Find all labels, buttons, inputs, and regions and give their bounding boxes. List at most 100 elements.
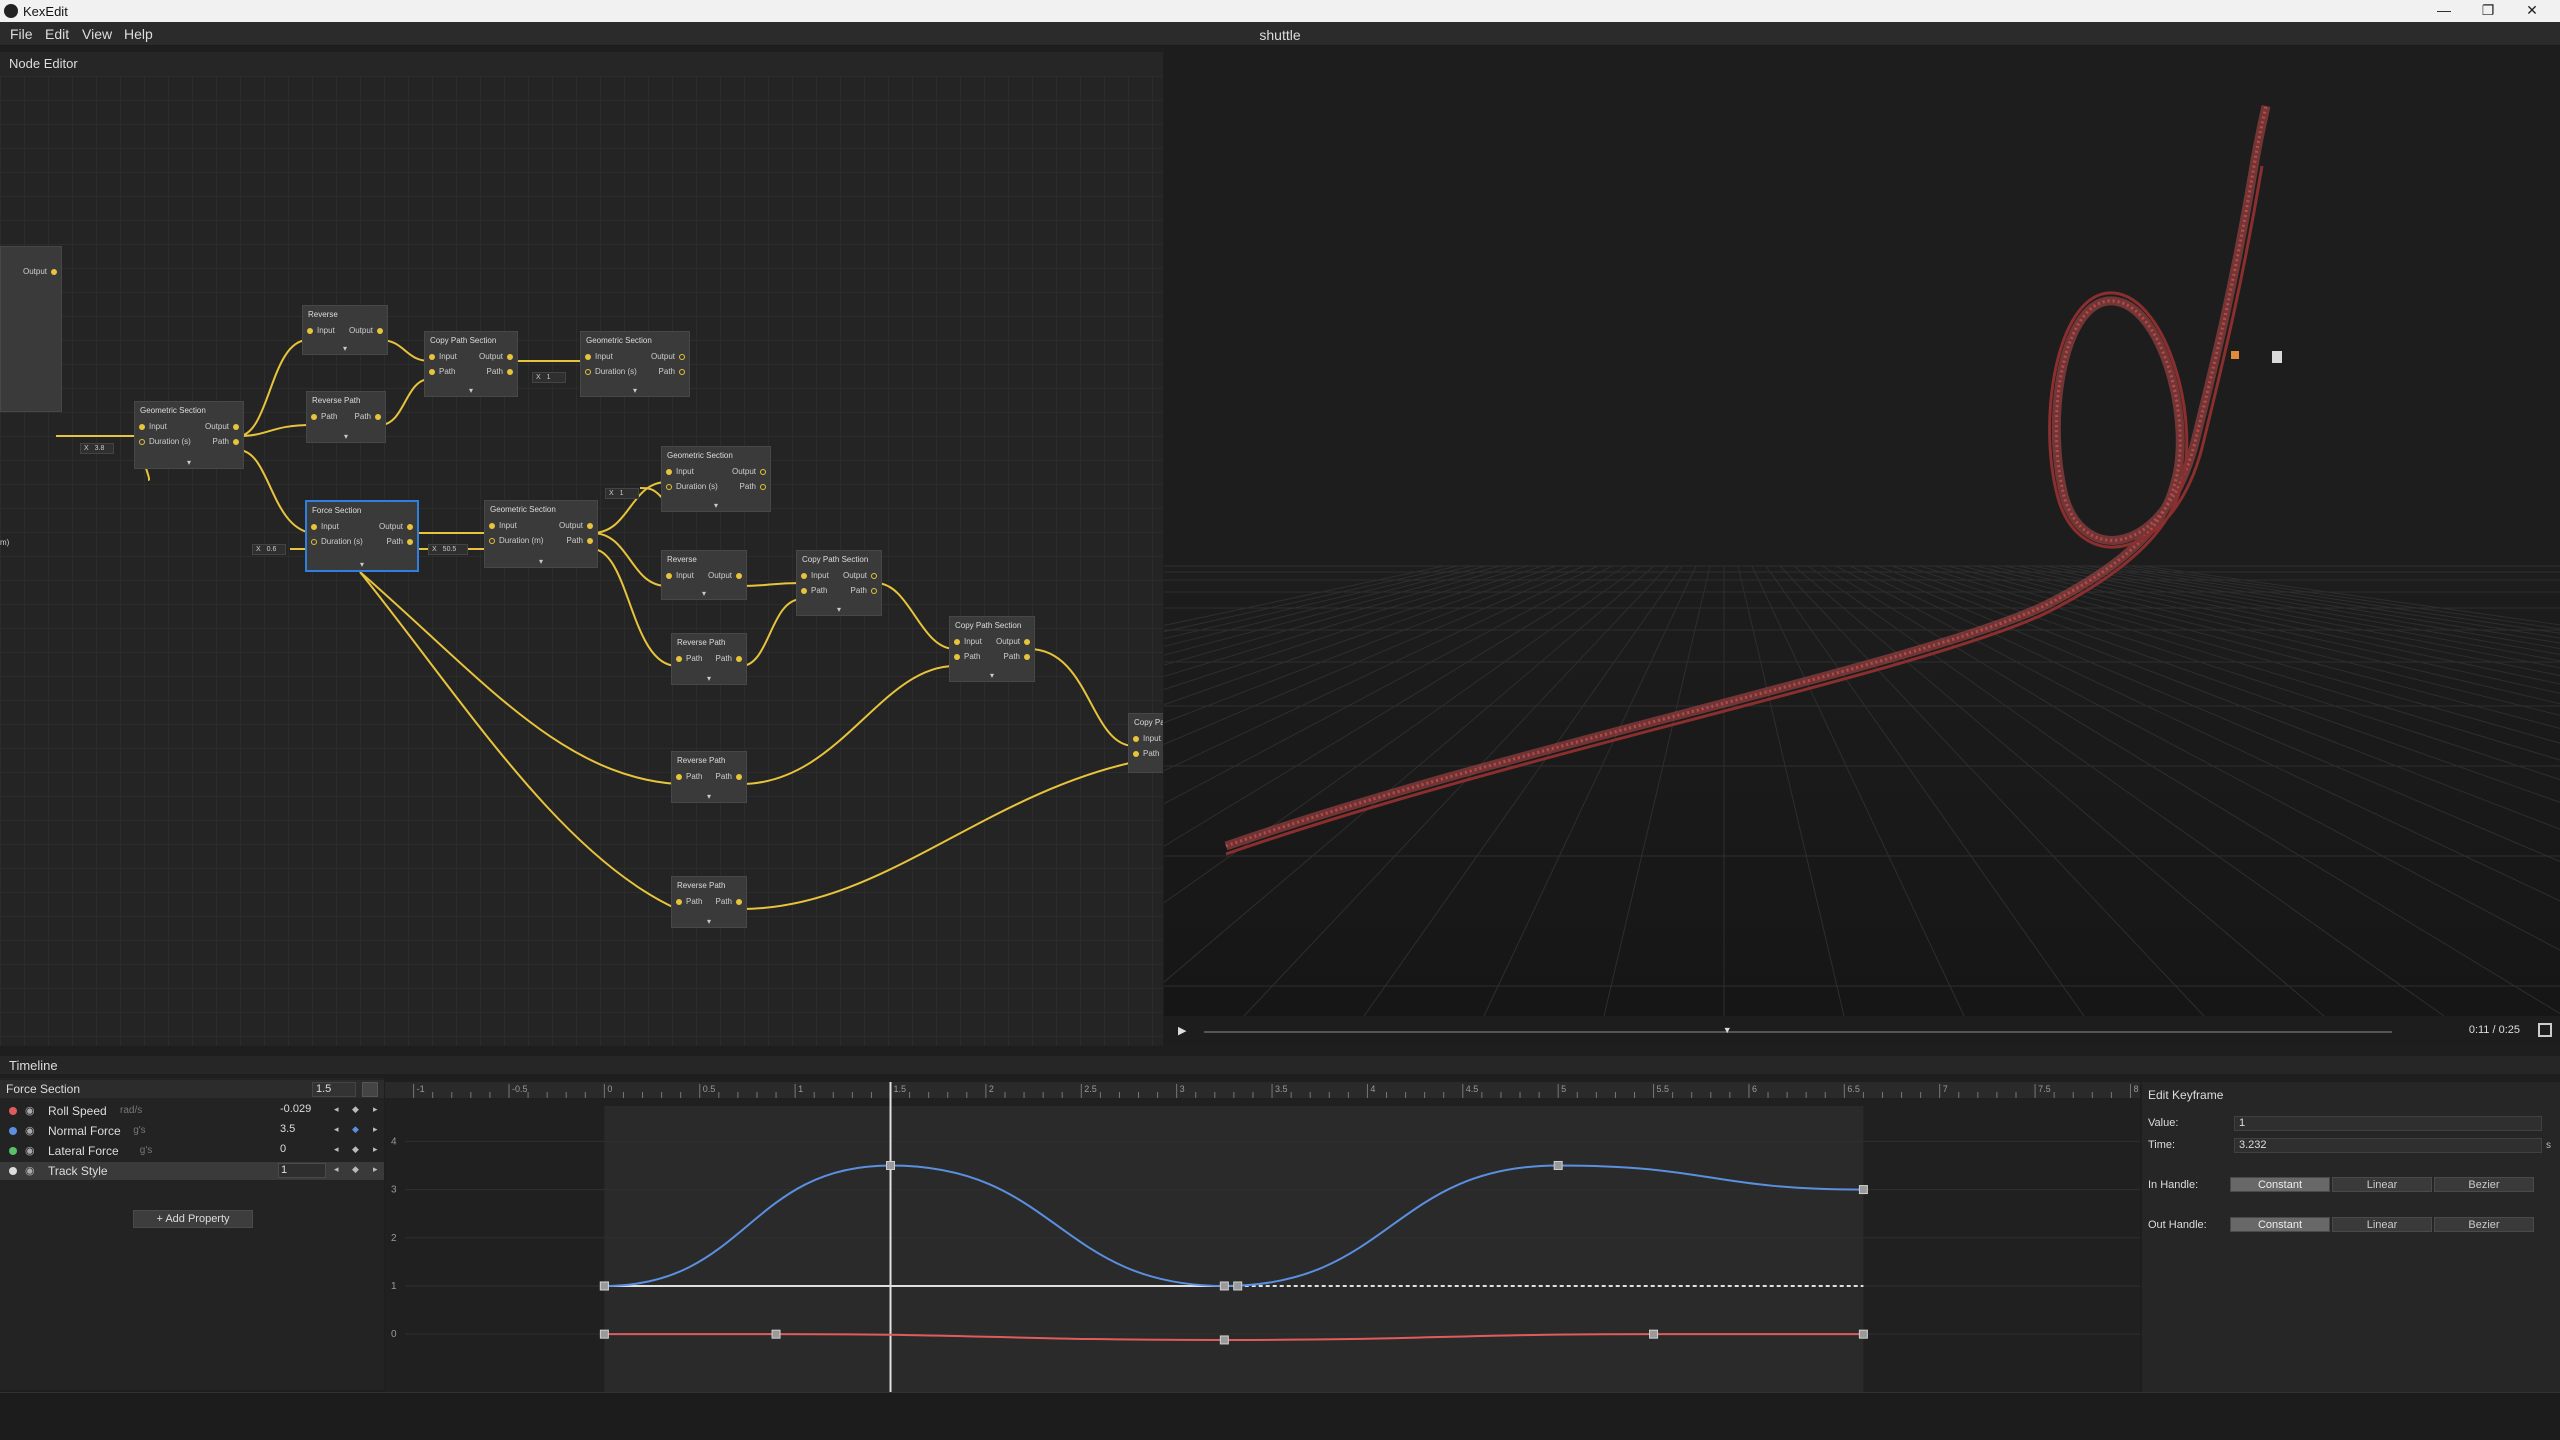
node-wire[interactable] [875, 582, 956, 650]
node-wire[interactable] [379, 378, 431, 426]
node-wire[interactable] [237, 339, 309, 437]
expand-toggle-icon[interactable]: ▾ [307, 560, 417, 569]
eye-icon[interactable]: ◉ [25, 1104, 35, 1117]
input-port[interactable] [1133, 751, 1139, 757]
node-wire[interactable] [1028, 648, 1135, 747]
restore-icon[interactable]: ❐ [2466, 0, 2510, 22]
input-port[interactable] [676, 774, 682, 780]
output-port[interactable] [736, 899, 742, 905]
property-value-input[interactable]: 3.5 [278, 1123, 326, 1138]
timeline-curve-editor[interactable]: -1 -0.5 0 0.5 1 1.5 2 2.5 3 3.5 4 4.5 5 5.5 6 6.5 7 7.5 8 4… [385, 1082, 2140, 1392]
output-port[interactable] [736, 656, 742, 662]
input-port[interactable] [676, 899, 682, 905]
property-value-input[interactable]: 0 [278, 1143, 326, 1158]
normal-force-keyframe[interactable] [1858, 1185, 1868, 1195]
output-port[interactable] [1024, 639, 1030, 645]
time-ruler[interactable] [385, 1082, 2140, 1098]
roll-speed-keyframe[interactable] [599, 1329, 609, 1339]
expand-toggle-icon[interactable]: ▾ [672, 792, 746, 801]
menu-help[interactable]: Help [124, 26, 153, 42]
expand-toggle-icon[interactable]: ▾ [135, 458, 243, 467]
menu-view[interactable]: View [82, 26, 112, 42]
fullscreen-icon[interactable] [2538, 1023, 2552, 1037]
curve-graph[interactable]: -1 -0.5 0 0.5 1 1.5 2 2.5 3 3.5 4 4.5 5 5.5 6 6.5 7 7.5 8 4… [385, 1082, 2140, 1392]
input-port[interactable] [489, 523, 495, 529]
input-port[interactable] [801, 573, 807, 579]
node-wire[interactable] [591, 532, 668, 587]
duration-param-chip[interactable]: X 3.8 [80, 443, 114, 454]
prev-keyframe-icon[interactable]: ◂ [334, 1124, 339, 1135]
duration-param-chip[interactable]: X1 [532, 372, 566, 383]
next-keyframe-icon[interactable]: ▸ [373, 1144, 378, 1155]
node-wire[interactable] [237, 449, 312, 534]
in-handle-constant-button[interactable]: Constant [2230, 1177, 2330, 1192]
input-port[interactable] [139, 439, 145, 445]
graph-node[interactable]: Reverse Input Output ▾ [302, 305, 388, 355]
input-port[interactable] [429, 369, 435, 375]
node-wire[interactable] [359, 571, 678, 910]
duration-param-chip[interactable]: X 50.5 [428, 544, 468, 555]
node-editor-canvas[interactable]: Output Geometric Section Input Output Durati… [0, 76, 1163, 1046]
input-port[interactable] [585, 354, 591, 360]
expand-toggle-icon[interactable]: ▾ [581, 386, 689, 395]
expand-toggle-icon[interactable]: ▾ [672, 674, 746, 683]
normal-force-keyframe[interactable] [1553, 1160, 1563, 1170]
out-handle-constant-button[interactable]: Constant [2230, 1217, 2330, 1232]
graph-node[interactable]: Copy Path Section Input Output Path Path ▾ [424, 331, 518, 397]
minimize-icon[interactable]: — [2422, 0, 2466, 22]
roll-speed-keyframe[interactable] [771, 1329, 781, 1339]
menu-file[interactable]: File [10, 26, 33, 42]
timeline-property-row[interactable]: ◉ Roll Speed rad/s -0.029 ◂ ◆ ▸ [0, 1102, 384, 1120]
output-port[interactable] [679, 369, 685, 375]
playback-scrubber[interactable]: ▼ [1204, 1025, 2392, 1035]
graph-node[interactable]: Reverse Input Output ▾ [661, 550, 747, 600]
timeline-property-row[interactable]: ◉ Track Style 1 ◂ ◆ ▸ [0, 1162, 384, 1180]
node-wire[interactable] [740, 598, 803, 667]
graph-node[interactable]: Copy Path Section Input Output Path Path ▾ [949, 616, 1035, 682]
output-port[interactable] [760, 484, 766, 490]
input-port[interactable] [1133, 736, 1139, 742]
output-port[interactable] [871, 573, 877, 579]
expand-toggle-icon[interactable]: ▾ [662, 589, 746, 598]
keyframe-diamond-icon[interactable]: ◆ [352, 1144, 359, 1155]
output-port[interactable] [679, 354, 685, 360]
next-keyframe-icon[interactable]: ▸ [373, 1124, 378, 1135]
graph-node[interactable]: Force Section Input Output Duration (s) Path… [305, 500, 419, 572]
expand-toggle-icon[interactable]: ▾ [672, 917, 746, 926]
track-style-keyframe[interactable] [1233, 1281, 1243, 1291]
eye-icon[interactable]: ◉ [25, 1124, 35, 1137]
keyframe-value-input[interactable]: 1 [2234, 1116, 2542, 1131]
input-port[interactable] [311, 524, 317, 530]
keyframe-diamond-icon[interactable]: ◆ [352, 1124, 359, 1135]
graph-view-icon[interactable] [362, 1082, 378, 1097]
in-handle-linear-button[interactable]: Linear [2332, 1177, 2432, 1192]
input-port[interactable] [489, 538, 495, 544]
output-port[interactable] [375, 414, 381, 420]
roll-speed-keyframe[interactable] [1858, 1329, 1868, 1339]
close-icon[interactable]: ✕ [2510, 0, 2554, 22]
graph-node[interactable]: Reverse Path Path Path ▾ [671, 751, 747, 803]
output-port[interactable] [736, 573, 742, 579]
output-port[interactable] [507, 354, 513, 360]
next-keyframe-icon[interactable]: ▸ [373, 1164, 378, 1175]
graph-node[interactable]: Reverse Path Path Path ▾ [306, 391, 386, 443]
node-wire[interactable] [740, 665, 956, 785]
timeline-property-row[interactable]: ◉ Normal Force g's 3.5 ◂ ◆ ▸ [0, 1122, 384, 1140]
add-property-button[interactable]: + Add Property [133, 1210, 253, 1228]
input-port[interactable] [666, 484, 672, 490]
graph-node[interactable]: Geometric Section Input Output Duration (m)… [484, 500, 598, 568]
duration-param-chip[interactable]: X1 [605, 488, 639, 499]
graph-node[interactable]: Copy Path Section Input Output Path Path ▾ [796, 550, 882, 616]
3d-viewport[interactable] [1164, 46, 2560, 1016]
expand-toggle-icon[interactable]: ▾ [307, 432, 385, 441]
eye-icon[interactable]: ◉ [25, 1164, 35, 1177]
output-port[interactable] [760, 469, 766, 475]
duration-param-chip[interactable]: X 0.6 [252, 544, 286, 555]
property-value-input[interactable]: -0.029 [278, 1103, 326, 1118]
expand-toggle-icon[interactable]: ▾ [797, 605, 881, 614]
input-port[interactable] [311, 414, 317, 420]
property-value-input[interactable]: 1 [278, 1163, 326, 1178]
expand-toggle-icon[interactable]: ▾ [485, 557, 597, 566]
track-style-keyframe[interactable] [599, 1281, 609, 1291]
input-port[interactable] [429, 354, 435, 360]
